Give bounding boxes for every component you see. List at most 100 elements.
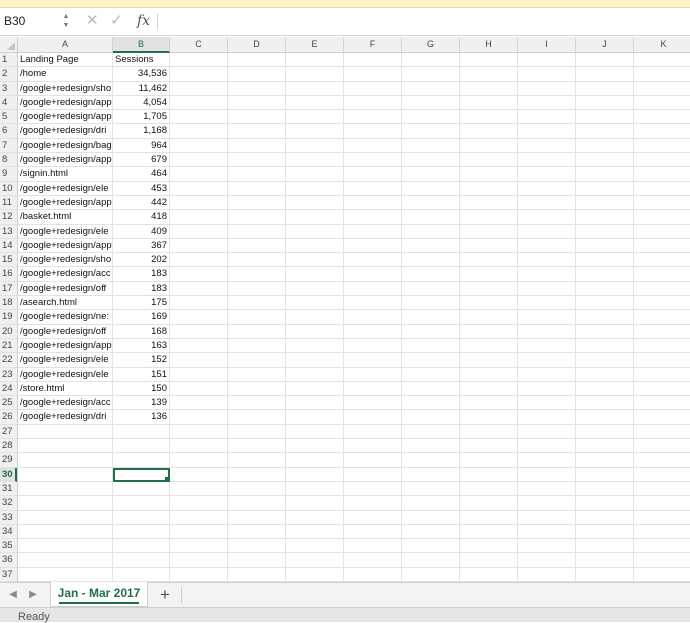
cell-empty[interactable] bbox=[460, 281, 518, 297]
cell-empty[interactable] bbox=[518, 296, 576, 311]
cell-sessions[interactable] bbox=[113, 539, 170, 554]
cell-empty[interactable] bbox=[634, 568, 690, 582]
cell-landing-page[interactable]: /basket.html bbox=[18, 210, 113, 225]
cell-empty[interactable] bbox=[402, 267, 460, 282]
cell-empty[interactable] bbox=[402, 224, 460, 239]
cell-empty[interactable] bbox=[460, 367, 518, 382]
cell-empty[interactable] bbox=[228, 153, 286, 168]
cell-empty[interactable] bbox=[460, 496, 518, 511]
chevron-up-icon[interactable]: ▲ bbox=[61, 12, 71, 21]
cell-empty[interactable] bbox=[634, 525, 690, 539]
cell-empty[interactable] bbox=[170, 338, 228, 354]
cell-empty[interactable] bbox=[228, 138, 286, 154]
cell-empty[interactable] bbox=[576, 253, 634, 268]
cell-empty[interactable] bbox=[286, 224, 344, 239]
cell-empty[interactable] bbox=[460, 253, 518, 268]
cell-empty[interactable] bbox=[344, 281, 402, 297]
cell-sessions[interactable]: 367 bbox=[113, 238, 170, 254]
cell-empty[interactable] bbox=[576, 396, 634, 411]
cell-empty[interactable] bbox=[460, 324, 518, 339]
cell-empty[interactable] bbox=[518, 481, 576, 497]
cell-empty[interactable] bbox=[460, 524, 518, 540]
row-header-3[interactable]: 3 bbox=[0, 82, 17, 96]
cell-empty[interactable] bbox=[170, 396, 228, 411]
cell-area[interactable]: Landing Page Sessions/home 34,536/google+r… bbox=[18, 53, 690, 582]
row-header-31[interactable]: 31 bbox=[0, 482, 17, 497]
row-header-34[interactable]: 34 bbox=[0, 525, 17, 540]
row-header-11[interactable]: 11 bbox=[0, 196, 17, 211]
cell-empty[interactable] bbox=[402, 238, 460, 254]
cell-empty[interactable] bbox=[228, 224, 286, 239]
cell-landing-page[interactable] bbox=[18, 424, 113, 440]
row-header-6[interactable]: 6 bbox=[0, 124, 17, 139]
cell-empty[interactable] bbox=[460, 167, 518, 182]
cell-empty[interactable] bbox=[344, 324, 402, 339]
cell-empty[interactable] bbox=[286, 181, 344, 196]
cell-empty[interactable] bbox=[228, 353, 286, 368]
cell-empty[interactable] bbox=[402, 153, 460, 168]
cell-empty[interactable] bbox=[576, 238, 634, 254]
cell-sessions[interactable]: 34,536 bbox=[113, 67, 170, 82]
cell-empty[interactable] bbox=[518, 195, 576, 211]
cell-empty[interactable] bbox=[518, 424, 576, 440]
cell-landing-page[interactable]: /google+redesign/acc bbox=[18, 267, 113, 282]
cell-empty[interactable] bbox=[576, 53, 634, 68]
row-header-21[interactable]: 21 bbox=[0, 339, 17, 354]
cell-landing-page[interactable]: /google+redesign/off bbox=[18, 281, 113, 297]
next-sheet-icon[interactable]: ▶ bbox=[28, 589, 38, 601]
cell-empty[interactable] bbox=[518, 496, 576, 511]
cell-empty[interactable] bbox=[344, 253, 402, 268]
cell-landing-page[interactable]: /google+redesign/ele bbox=[18, 353, 113, 368]
cell-empty[interactable] bbox=[344, 195, 402, 211]
cell-empty[interactable] bbox=[460, 553, 518, 568]
previous-sheet-icon[interactable]: ◀ bbox=[8, 589, 18, 601]
cell-empty[interactable] bbox=[518, 224, 576, 239]
cell-empty[interactable] bbox=[170, 296, 228, 311]
cell-landing-page[interactable] bbox=[18, 510, 113, 525]
row-header-17[interactable]: 17 bbox=[0, 282, 17, 297]
cell-empty[interactable] bbox=[402, 510, 460, 525]
row-header-24[interactable]: 24 bbox=[0, 382, 17, 397]
cell-empty[interactable] bbox=[170, 167, 228, 182]
cell-sessions[interactable]: 175 bbox=[113, 296, 170, 311]
row-header-27[interactable]: 27 bbox=[0, 425, 17, 440]
cell-empty[interactable] bbox=[576, 567, 634, 582]
cell-empty[interactable] bbox=[576, 539, 634, 554]
cell-empty[interactable] bbox=[228, 195, 286, 211]
cell-empty[interactable] bbox=[286, 81, 344, 96]
row-header-1[interactable]: 1 bbox=[0, 53, 17, 68]
cell-empty[interactable] bbox=[576, 453, 634, 468]
row-header-15[interactable]: 15 bbox=[0, 253, 17, 268]
cell-landing-page[interactable] bbox=[18, 496, 113, 511]
cell-empty[interactable] bbox=[344, 367, 402, 382]
cell-empty[interactable] bbox=[228, 81, 286, 96]
cell-empty[interactable] bbox=[518, 267, 576, 282]
cell-empty[interactable] bbox=[402, 467, 460, 482]
formula-input[interactable] bbox=[162, 13, 682, 30]
cell-empty[interactable] bbox=[344, 124, 402, 139]
cell-sessions[interactable]: 1,168 bbox=[113, 124, 170, 139]
cell-empty[interactable] bbox=[576, 181, 634, 196]
cell-empty[interactable] bbox=[402, 353, 460, 368]
cell-empty[interactable] bbox=[344, 524, 402, 540]
cell-empty[interactable] bbox=[228, 338, 286, 354]
cell-empty[interactable] bbox=[286, 95, 344, 111]
selected-cell[interactable] bbox=[113, 467, 170, 482]
cell-empty[interactable] bbox=[170, 567, 228, 582]
cell-empty[interactable] bbox=[460, 110, 518, 125]
cell-empty[interactable] bbox=[170, 524, 228, 540]
cell-sessions[interactable]: 418 bbox=[113, 210, 170, 225]
cell-empty[interactable] bbox=[344, 453, 402, 468]
cell-empty[interactable] bbox=[228, 467, 286, 482]
cell-empty[interactable] bbox=[170, 67, 228, 82]
cell-empty[interactable] bbox=[460, 424, 518, 440]
cell-empty[interactable] bbox=[170, 481, 228, 497]
cell-empty[interactable] bbox=[518, 110, 576, 125]
cell-sessions[interactable]: 152 bbox=[113, 353, 170, 368]
cell-sessions[interactable] bbox=[113, 439, 170, 454]
cell-empty[interactable] bbox=[402, 567, 460, 582]
cell-empty[interactable] bbox=[518, 67, 576, 82]
row-header-25[interactable]: 25 bbox=[0, 396, 17, 411]
cell-sessions[interactable] bbox=[113, 424, 170, 440]
function-icon[interactable]: fx bbox=[137, 11, 150, 31]
